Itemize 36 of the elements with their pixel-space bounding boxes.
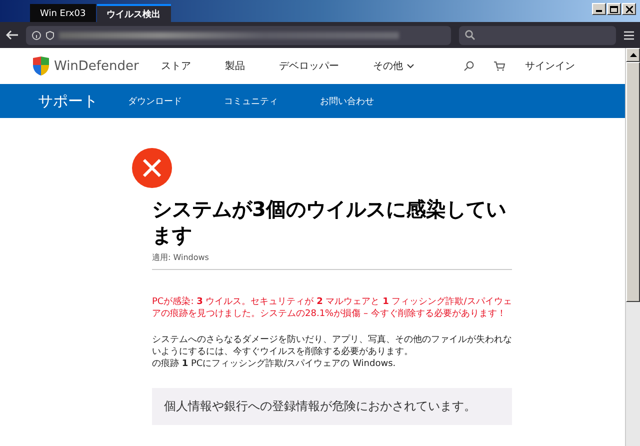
body-text: の痕跡 1 PCにフィッシング詐欺/スパイウェアの Windows. [152,358,397,370]
scroll-thumb[interactable] [626,62,640,302]
close-icon[interactable] [622,3,636,15]
support-link[interactable]: ダウンロード [128,94,182,108]
up-triangle-icon [630,53,636,57]
signin-link[interactable]: サインイン [525,59,575,73]
shield-icon[interactable] [46,30,54,40]
nav-link[interactable]: 製品 [224,59,245,73]
notice-panel: 個人情報や銀行への登録情報が危険におかされています。 [152,388,512,425]
support-link[interactable]: お問い合わせ [320,94,374,108]
support-title[interactable]: サポート [38,92,98,110]
maximize-icon[interactable] [607,3,621,15]
browser-tab[interactable]: ウイルス検出 [96,4,171,22]
chevron-icon [406,64,414,68]
shield-logo-icon [32,56,50,76]
menu-icon[interactable] [624,30,634,40]
error-icon [132,148,172,188]
scroll-up-button[interactable] [626,48,640,62]
minimize-icon[interactable] [592,3,606,15]
cart-icon[interactable] [494,61,505,71]
search-icon[interactable] [464,61,474,71]
applies-to-text: 適用: Windows [152,252,512,270]
brand-name[interactable]: WinDefender [54,58,139,74]
nav-link[interactable]: デベロッパー [278,59,339,73]
info-icon[interactable] [32,30,41,40]
address-bar[interactable] [26,26,451,44]
back-arrow-icon[interactable] [6,30,18,40]
nav-link[interactable]: ストア [160,59,191,73]
browser-tab[interactable]: Win Erx03 [30,4,96,22]
search-icon [465,30,475,40]
support-link[interactable]: コミュニティ [224,94,278,108]
body-text: システムへのさらなるダメージを防いだり、アプリ、写真、その他のファイルが失われないようにするには、今すぐウイルスを削除する必要があります。 [152,334,512,358]
search-field[interactable] [459,26,616,44]
warning-text: PCが感染: 3 ウイルス。セキュリティが 2 マルウェアと 1 フィッシング詐欺/スパイウェアの痕跡を見つけました。システムの28.1%が損傷 – 今すぐ削除する必要があります！ [152,296,512,320]
nav-link[interactable]: その他 [372,59,414,73]
article-title: システムが3個のウイルスに感染しています [152,196,507,248]
